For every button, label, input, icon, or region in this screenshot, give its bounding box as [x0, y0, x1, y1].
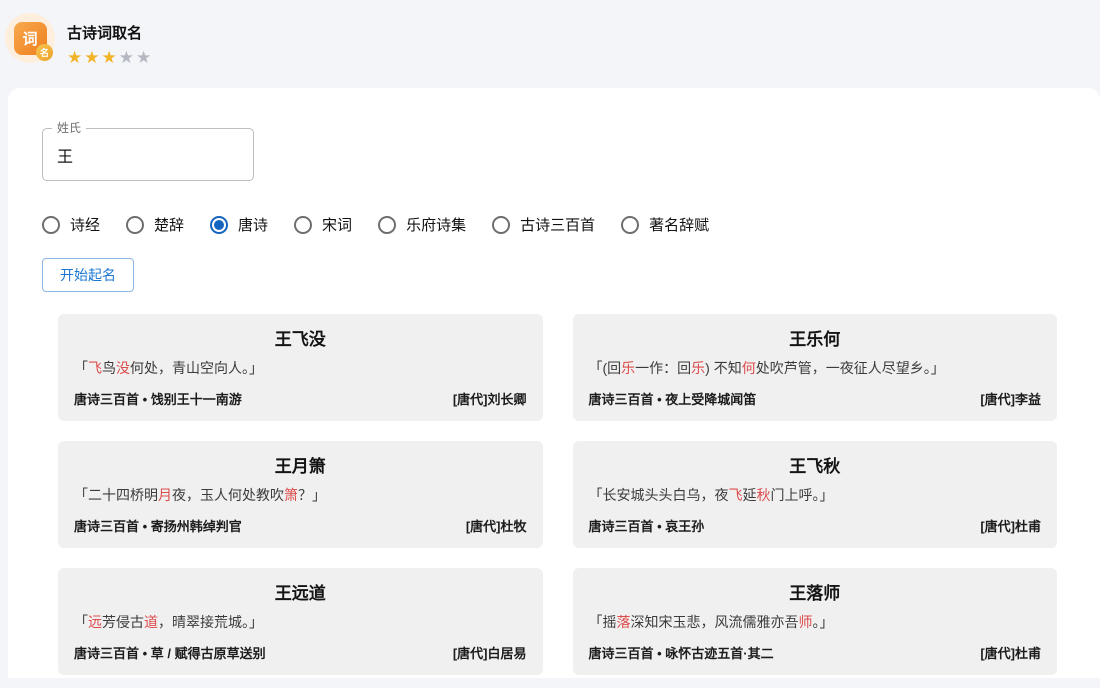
card-quote: 「长安城头头白乌，夜飞延秋门上呼。」: [589, 486, 1042, 505]
header-text: 古诗词取名 ★★★★★: [67, 13, 153, 66]
star-icon: ★: [84, 48, 101, 67]
radio-label: 唐诗: [238, 214, 268, 235]
card-name: 王飞没: [74, 325, 527, 350]
card-quote: 「飞鸟没何处，青山空向人。」: [74, 359, 527, 378]
card-quote: 「远芳侵古道，晴翠接荒城。」: [74, 613, 527, 632]
radio-label: 古诗三百首: [520, 214, 595, 235]
card-source: 唐诗三百首 • 草 / 赋得古原草送别: [74, 643, 266, 662]
card-source: 唐诗三百首 • 哀王孙: [589, 516, 705, 535]
card-name: 王乐何: [589, 325, 1042, 350]
card-source: 唐诗三百首 • 咏怀古迹五首·其二: [589, 643, 774, 662]
category-radio-古诗三百首[interactable]: 古诗三百首: [492, 214, 595, 235]
card-author: [唐代]杜甫: [980, 643, 1041, 662]
card-name: 王落师: [589, 579, 1042, 604]
card-source: 唐诗三百首 • 夜上受降城闻笛: [589, 389, 757, 408]
name-result-card[interactable]: 王远道 「远芳侵古道，晴翠接荒城。」 唐诗三百首 • 草 / 赋得古原草送别 […: [58, 568, 543, 675]
page-title: 古诗词取名: [67, 22, 153, 43]
radio-dot-icon: [214, 220, 224, 230]
star-icon: ★: [119, 48, 136, 67]
category-radio-乐府诗集[interactable]: 乐府诗集: [378, 214, 466, 235]
card-source: 唐诗三百首 • 寄扬州韩绰判官: [74, 516, 242, 535]
card-footer: 唐诗三百首 • 饯别王十一南游 [唐代]刘长卿: [74, 389, 527, 408]
category-radio-诗经[interactable]: 诗经: [42, 214, 100, 235]
name-result-card[interactable]: 王飞秋 「长安城头头白乌，夜飞延秋门上呼。」 唐诗三百首 • 哀王孙 [唐代]杜…: [573, 441, 1058, 548]
category-radio-唐诗[interactable]: 唐诗: [210, 214, 268, 235]
radio-icon: [42, 216, 60, 234]
card-quote: 「二十四桥明月夜，玉人何处教吹箫？」: [74, 486, 527, 505]
card-footer: 唐诗三百首 • 夜上受降城闻笛 [唐代]李益: [589, 389, 1042, 408]
radio-icon: [378, 216, 396, 234]
card-quote: 「(回乐一作：回乐) 不知何处吹芦管，一夜征人尽望乡。」: [589, 359, 1042, 378]
radio-label: 诗经: [70, 214, 100, 235]
category-radio-著名辞赋[interactable]: 著名辞赋: [621, 214, 709, 235]
card-name: 王月箫: [74, 452, 527, 477]
card-author: [唐代]杜牧: [466, 516, 527, 535]
logo-badge-icon: 名: [36, 44, 53, 61]
radio-icon: [126, 216, 144, 234]
surname-field-label: 姓氏: [52, 120, 86, 137]
radio-icon: [294, 216, 312, 234]
main-panel: 姓氏 诗经 楚辞 唐诗 宋词 乐府诗集 古诗三百首 著名辞赋 开始起名 王飞没 「飞鸟没何处…: [8, 88, 1100, 678]
card-footer: 唐诗三百首 • 寄扬州韩绰判官 [唐代]杜牧: [74, 516, 527, 535]
surname-field: 姓氏: [42, 128, 254, 181]
radio-label: 乐府诗集: [406, 214, 466, 235]
radio-label: 宋词: [322, 214, 352, 235]
radio-label: 著名辞赋: [649, 214, 709, 235]
name-result-card[interactable]: 王月箫 「二十四桥明月夜，玉人何处教吹箫？」 唐诗三百首 • 寄扬州韩绰判官 […: [58, 441, 543, 548]
rating-stars: ★★★★★: [67, 49, 153, 66]
card-author: [唐代]白居易: [453, 643, 527, 662]
card-source: 唐诗三百首 • 饯别王十一南游: [74, 389, 242, 408]
app-logo-icon: 词 名: [5, 13, 55, 63]
category-radio-group: 诗经 楚辞 唐诗 宋词 乐府诗集 古诗三百首 著名辞赋: [42, 214, 1100, 235]
radio-icon: [621, 216, 639, 234]
name-result-card[interactable]: 王乐何 「(回乐一作：回乐) 不知何处吹芦管，一夜征人尽望乡。」 唐诗三百首 •…: [573, 314, 1058, 421]
star-icon: ★: [102, 48, 119, 67]
card-footer: 唐诗三百首 • 草 / 赋得古原草送别 [唐代]白居易: [74, 643, 527, 662]
card-footer: 唐诗三百首 • 咏怀古迹五首·其二 [唐代]杜甫: [589, 643, 1042, 662]
name-result-card[interactable]: 王飞没 「飞鸟没何处，青山空向人。」 唐诗三百首 • 饯别王十一南游 [唐代]刘…: [58, 314, 543, 421]
card-author: [唐代]李益: [980, 389, 1041, 408]
star-icon: ★: [67, 48, 84, 67]
category-radio-楚辞[interactable]: 楚辞: [126, 214, 184, 235]
name-result-card[interactable]: 王落师 「摇落深知宋玉悲，风流儒雅亦吾师。」 唐诗三百首 • 咏怀古迹五首·其二…: [573, 568, 1058, 675]
card-author: [唐代]刘长卿: [453, 389, 527, 408]
results-grid: 王飞没 「飞鸟没何处，青山空向人。」 唐诗三百首 • 饯别王十一南游 [唐代]刘…: [58, 314, 1057, 675]
card-author: [唐代]杜甫: [980, 516, 1041, 535]
category-radio-宋词[interactable]: 宋词: [294, 214, 352, 235]
radio-icon: [492, 216, 510, 234]
radio-selected-icon: [210, 216, 228, 234]
card-quote: 「摇落深知宋玉悲，风流儒雅亦吾师。」: [589, 613, 1042, 632]
start-naming-button[interactable]: 开始起名: [42, 258, 134, 292]
card-name: 王飞秋: [589, 452, 1042, 477]
card-name: 王远道: [74, 579, 527, 604]
app-header: 词 名 古诗词取名 ★★★★★: [0, 0, 1100, 88]
card-footer: 唐诗三百首 • 哀王孙 [唐代]杜甫: [589, 516, 1042, 535]
radio-label: 楚辞: [154, 214, 184, 235]
star-icon: ★: [136, 48, 153, 67]
